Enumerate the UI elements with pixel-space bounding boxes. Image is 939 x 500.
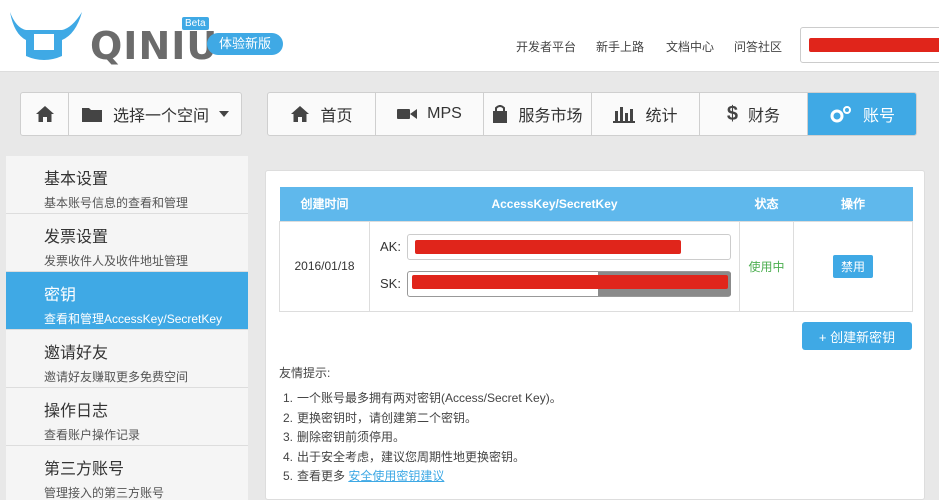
- account-menu[interactable]: [800, 27, 939, 63]
- sidebar-item-invoice-settings[interactable]: 发票设置 发票收件人及收件地址管理: [6, 214, 248, 272]
- sidebar-item-title: 发票设置: [44, 229, 109, 246]
- tip-text: 删除密钥前须停用。: [297, 430, 406, 444]
- tip-text: 查看更多: [297, 469, 349, 483]
- tip-number: 1.: [283, 391, 294, 405]
- top-nav-community[interactable]: 问答社区: [734, 38, 782, 55]
- column-header: 状态: [739, 187, 794, 221]
- created-date: 2016/01/18: [279, 220, 370, 312]
- sidebar-item-title: 操作日志: [44, 403, 109, 420]
- space-selector[interactable]: 选择一个空间: [69, 93, 241, 135]
- video-camera-icon: [397, 109, 418, 119]
- sidebar-item-keys[interactable]: 密钥 查看和管理AccessKey/SecretKey: [6, 272, 248, 330]
- table-row: 2016/01/18 AK: SK: 使用中 禁用: [279, 220, 913, 312]
- tab-finance-label: 财务: [748, 108, 781, 125]
- top-nav-developer[interactable]: 开发者平台: [516, 38, 576, 55]
- space-selector-label: 选择一个空间: [113, 108, 210, 125]
- secret-key-row: SK:: [380, 270, 731, 297]
- sidebar-item-title: 邀请好友: [44, 345, 109, 362]
- tab-mps-label: MPS: [427, 105, 462, 122]
- sidebar-item-desc: 邀请好友赚取更多免费空间: [44, 370, 189, 384]
- sidebar-item-basic-settings[interactable]: 基本设置 基本账号信息的查看和管理: [6, 156, 248, 214]
- tips-list: 1. 一个账号最多拥有两对密钥(Access/Secret Key)。 2. 更换密…: [283, 389, 562, 487]
- status-cell: 使用中: [739, 220, 794, 312]
- tab-home-label: 首页: [320, 108, 353, 125]
- tip-number: 5.: [283, 469, 294, 483]
- home-icon: [35, 106, 54, 122]
- tip-number: 4.: [283, 449, 294, 464]
- sidebar-item-title: 第三方账号: [44, 461, 125, 478]
- folder-icon: [82, 108, 102, 122]
- ak-label: AK:: [380, 239, 401, 254]
- logo-text: QINIU: [90, 24, 219, 68]
- sidebar: 基本设置 基本账号信息的查看和管理 发票设置 发票收件人及收件地址管理 密钥 查…: [6, 156, 248, 500]
- access-key-field[interactable]: [406, 233, 731, 260]
- caret-down-icon: [219, 111, 230, 117]
- key-pair-cell: AK: SK:: [369, 220, 740, 312]
- tab-finance[interactable]: $ 财务: [700, 93, 808, 135]
- tip-number: 3.: [283, 430, 294, 444]
- tip-text: 一个账号最多拥有两对密钥(Access/Secret Key)。: [297, 391, 562, 405]
- tab-account-label: 账号: [862, 108, 895, 125]
- tab-home[interactable]: 首页: [268, 93, 376, 135]
- bag-icon: [493, 105, 508, 123]
- keys-panel: 创建时间 AccessKey/SecretKey 状态 操作 2016/01/1…: [265, 170, 925, 500]
- tip-text: 更换密钥时，请创建第二个密钥。: [297, 410, 478, 425]
- status-badge: 使用中: [748, 259, 785, 274]
- secret-key-field[interactable]: [406, 270, 731, 297]
- top-nav-getting-started[interactable]: 新手上路: [596, 38, 644, 55]
- main-nav: 首页 MPS 服务市场 统计 $ 财务 账号: [267, 92, 917, 136]
- gears-icon: [830, 106, 851, 123]
- sidebar-item-desc: 基本账号信息的查看和管理: [44, 196, 189, 210]
- sk-label: SK:: [380, 276, 401, 291]
- sidebar-item-desc: 管理接入的第三方账号: [44, 486, 165, 500]
- tab-mps[interactable]: MPS: [376, 93, 484, 135]
- list-item: 3. 删除密钥前须停用。: [283, 428, 562, 448]
- sidebar-item-desc: 查看和管理AccessKey/SecretKey: [44, 312, 223, 326]
- security-advice-link[interactable]: 安全使用密钥建议: [348, 469, 444, 483]
- sidebar-item-title: 密钥: [44, 287, 77, 304]
- create-key-button[interactable]: + 创建新密钥: [802, 322, 912, 350]
- new-version-button[interactable]: 体验新版: [207, 33, 284, 55]
- tab-statistics-label: 统计: [645, 108, 678, 125]
- list-item: 2. 更换密钥时，请创建第二个密钥。: [283, 409, 562, 429]
- top-header: QINIU Beta 体验新版 开发者平台 新手上路 文档中心 问答社区: [0, 0, 939, 72]
- redacted-secret-key: [411, 274, 728, 289]
- sidebar-item-operation-log[interactable]: 操作日志 查看账户操作记录: [6, 388, 248, 446]
- tab-account[interactable]: 账号: [808, 93, 916, 135]
- top-nav-docs[interactable]: 文档中心: [666, 38, 714, 55]
- list-item: 4. 出于安全考虑，建议您周期性地更换密钥。: [283, 448, 562, 468]
- sidebar-item-third-party[interactable]: 第三方账号 管理接入的第三方账号: [6, 446, 248, 500]
- column-header: AccessKey/SecretKey: [369, 187, 740, 221]
- tips-title: 友情提示:: [279, 366, 331, 380]
- column-header: 操作: [793, 187, 913, 221]
- space-nav: 选择一个空间: [20, 92, 242, 136]
- list-item: 1. 一个账号最多拥有两对密钥(Access/Secret Key)。: [283, 389, 562, 409]
- home-icon: [291, 106, 310, 122]
- home-button[interactable]: [21, 93, 69, 135]
- tip-number: 2.: [283, 410, 294, 425]
- access-key-row: AK:: [380, 233, 731, 260]
- tab-statistics[interactable]: 统计: [592, 93, 700, 135]
- sidebar-item-title: 基本设置: [44, 171, 109, 188]
- action-cell: 禁用: [793, 220, 913, 312]
- sidebar-item-desc: 发票收件人及收件地址管理: [44, 254, 189, 268]
- sidebar-item-desc: 查看账户操作记录: [44, 428, 141, 442]
- bar-chart-icon: [613, 107, 636, 123]
- beta-badge: Beta: [182, 17, 209, 30]
- disable-button[interactable]: 禁用: [832, 254, 873, 278]
- redacted-account: [809, 38, 939, 52]
- tip-text: 出于安全考虑，建议您周期性地更换密钥。: [297, 449, 526, 464]
- tab-service-market-label: 服务市场: [518, 108, 583, 125]
- column-header: 创建时间: [279, 187, 370, 221]
- tab-service-market[interactable]: 服务市场: [484, 93, 592, 135]
- redacted-access-key: [414, 239, 681, 254]
- qiniu-logo[interactable]: QINIU Beta: [4, 4, 217, 68]
- sidebar-item-invite-friends[interactable]: 邀请好友 邀请好友赚取更多免费空间: [6, 330, 248, 388]
- list-item: 5. 查看更多 安全使用密钥建议: [283, 467, 562, 487]
- dollar-icon: $: [726, 102, 739, 125]
- keys-table: 创建时间 AccessKey/SecretKey 状态 操作 2016/01/1…: [279, 187, 913, 312]
